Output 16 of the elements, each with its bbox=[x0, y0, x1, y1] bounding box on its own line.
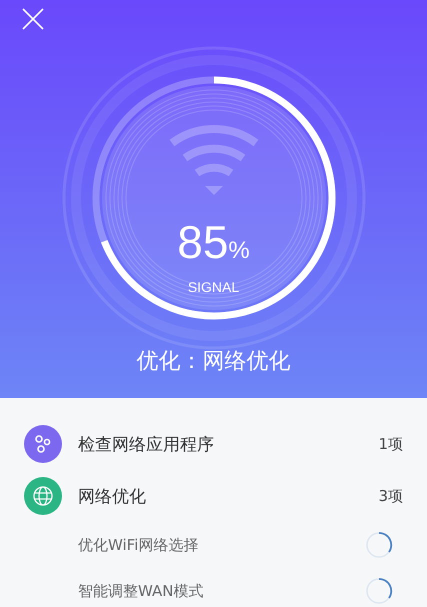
task-label: 检查网络应用程序 bbox=[78, 434, 215, 456]
signal-label: SIGNAL bbox=[188, 279, 240, 295]
loading-spinner-icon bbox=[365, 577, 393, 605]
task-count: 1项 bbox=[378, 434, 403, 454]
nodes-icon bbox=[24, 425, 62, 463]
close-button[interactable] bbox=[21, 7, 45, 31]
percent-sign: % bbox=[228, 236, 250, 266]
subtask-label: 优化WiFi网络选择 bbox=[78, 536, 200, 554]
close-icon bbox=[21, 7, 45, 31]
globe-icon bbox=[24, 477, 62, 515]
loading-spinner-icon bbox=[365, 531, 393, 559]
task-label: 网络优化 bbox=[78, 486, 147, 508]
task-count: 3项 bbox=[378, 486, 403, 506]
subtask-label: 智能调整WAN模式 bbox=[78, 582, 204, 600]
status-title: 优化：网络优化 bbox=[136, 348, 290, 376]
signal-value: 85 bbox=[177, 216, 228, 268]
